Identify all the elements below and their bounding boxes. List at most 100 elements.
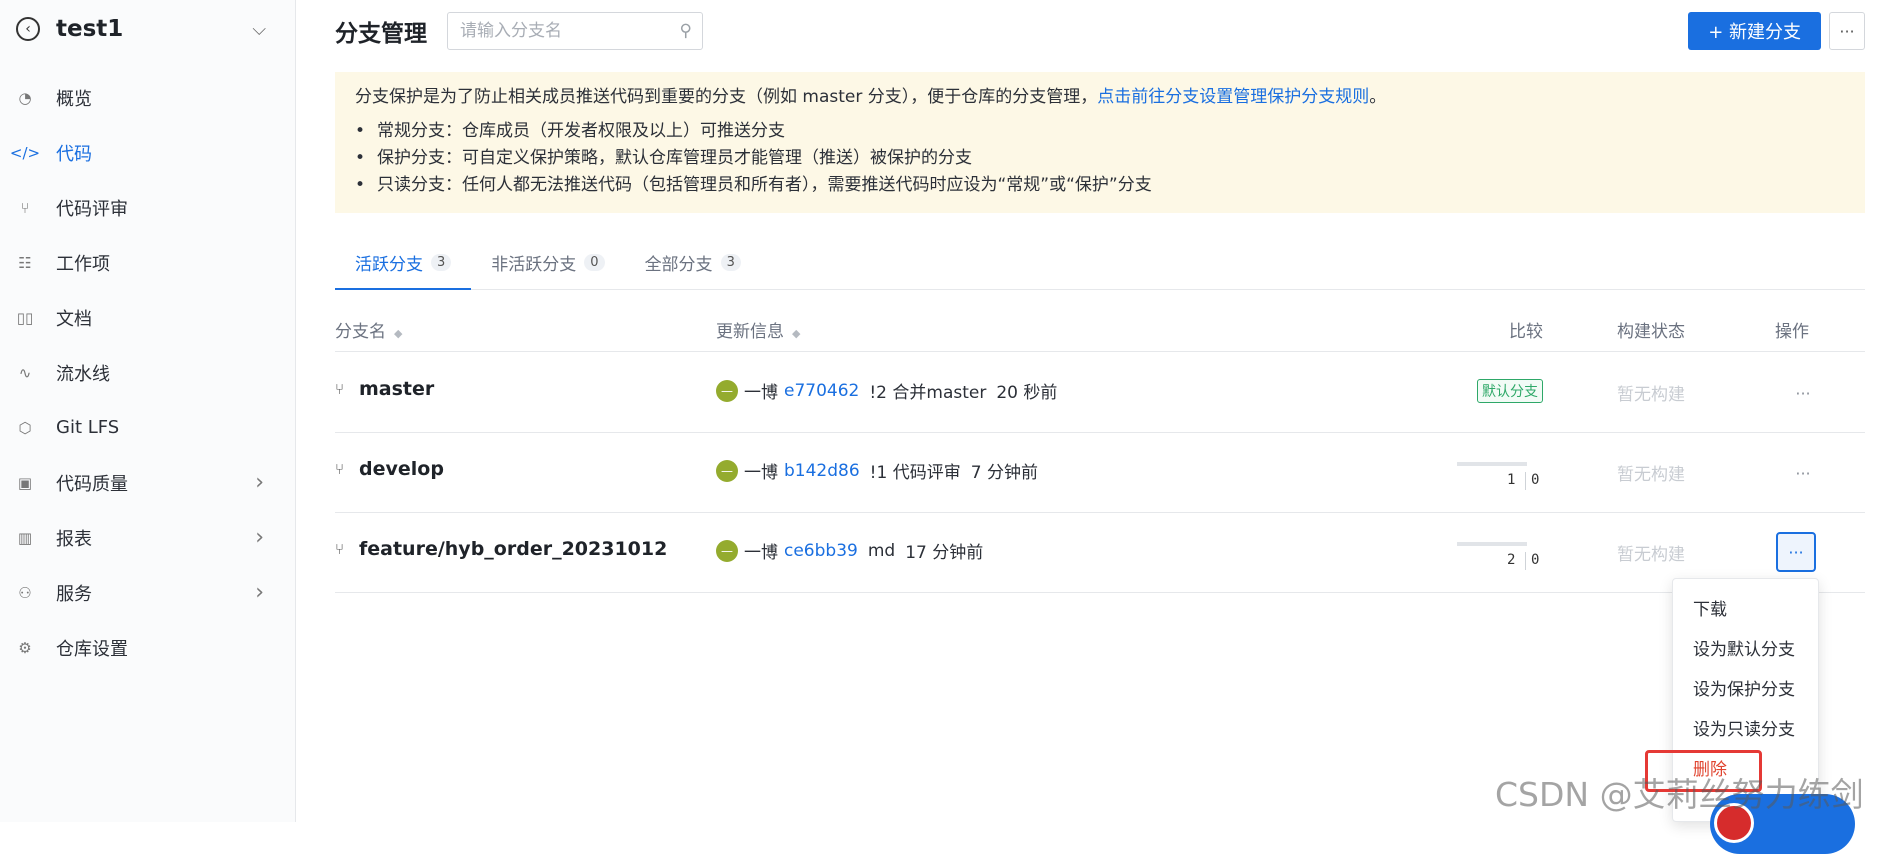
- more-horizontal-icon: ···: [1795, 383, 1811, 403]
- tab-label: 全部分支: [644, 255, 713, 275]
- row-more-button-active[interactable]: ···: [1776, 532, 1816, 572]
- search-icon[interactable]: ⚲: [680, 21, 692, 41]
- repo-header[interactable]: ‹ test1 ⌵: [16, 12, 266, 46]
- tab-count-badge: 0: [584, 254, 605, 271]
- branch-icon: ⑂: [335, 460, 345, 478]
- branch-search-box[interactable]: ⚲: [447, 12, 703, 50]
- sidebar-item-label: 流水线: [56, 363, 110, 385]
- sort-icon[interactable]: ◆: [394, 327, 402, 340]
- ahead-behind-divider: [1525, 472, 1526, 490]
- checklist-icon: ☷: [18, 253, 32, 272]
- row-more-button[interactable]: ···: [1783, 456, 1823, 490]
- new-branch-button[interactable]: + 新建分支: [1688, 12, 1821, 50]
- more-horizontal-icon: ···: [1788, 542, 1804, 562]
- sidebar-item-label: 代码评审: [56, 198, 128, 220]
- compare-cell[interactable]: 1 0: [1457, 452, 1557, 492]
- sidebar-item-label: 报表: [56, 528, 92, 550]
- compare-cell: 默认分支: [1457, 372, 1557, 412]
- sidebar-item-code-review[interactable]: ⑂ 代码评审: [0, 180, 296, 235]
- table-header: 分支名 ◆ 更新信息 ◆ 比较 构建状态 操作: [335, 305, 1865, 352]
- build-status: 暂无构建: [1617, 545, 1685, 565]
- commits-behind: 1: [1507, 472, 1516, 488]
- commit-hash-link[interactable]: ce6bb39: [784, 541, 858, 561]
- sidebar-nav: ◔ 概览 </> 代码 ⑂ 代码评审 ☷ 工作项 ▯▯ 文档 ∿ 流水线 ⬡ G…: [0, 70, 296, 675]
- sort-icon[interactable]: ◆: [792, 327, 800, 340]
- branch-name-link[interactable]: feature/hyb_order_20231012: [359, 538, 667, 560]
- back-arrow-icon[interactable]: ‹: [16, 17, 40, 41]
- sidebar-item-label: 代码质量: [56, 473, 128, 495]
- ahead-behind-divider: [1525, 552, 1526, 570]
- column-header-label: 分支名: [335, 322, 386, 342]
- commit-time: 20 秒前: [996, 383, 1058, 403]
- commit-author: 一博: [744, 463, 778, 483]
- sidebar-item-label: 代码: [56, 143, 92, 165]
- branch-name-link[interactable]: master: [359, 378, 434, 400]
- sidebar-item-reports[interactable]: ▥ 报表 ›: [0, 510, 296, 565]
- update-info-cell: — 一博 e770462 !2 合并master 20 秒前: [716, 378, 1057, 403]
- commit-author: 一博: [744, 543, 778, 563]
- update-info-cell: — 一博 b142d86 !1 代码评审 7 分钟前: [716, 458, 1038, 483]
- sidebar-item-overview[interactable]: ◔ 概览: [0, 70, 296, 125]
- branch-icon: ⑂: [335, 380, 345, 398]
- sidebar-item-git-lfs[interactable]: ⬡ Git LFS: [0, 400, 296, 455]
- tab-all-branches[interactable]: 全部分支 3: [625, 237, 761, 288]
- gauge-icon: ◔: [18, 88, 32, 107]
- menu-item-download[interactable]: 下载: [1673, 587, 1818, 627]
- branch-name-link[interactable]: develop: [359, 458, 444, 480]
- commit-hash-link[interactable]: e770462: [784, 381, 859, 401]
- csdn-watermark: CSDN @艾莉丝努力练剑: [1495, 775, 1864, 814]
- notice-intro-text: 分支保护是为了防止相关成员推送代码到重要的分支（例如 master 分支），便于…: [355, 87, 1098, 107]
- update-info-cell: — 一博 ce6bb39 md 17 分钟前: [716, 538, 983, 563]
- column-header-info[interactable]: 更新信息 ◆: [716, 317, 800, 342]
- row-more-button[interactable]: ···: [1783, 376, 1823, 410]
- gear-icon: ⚙: [18, 638, 32, 657]
- commits-ahead: 0: [1531, 552, 1540, 568]
- chevron-down-icon[interactable]: ⌵: [252, 19, 266, 40]
- cube-icon: ⬡: [18, 418, 32, 437]
- sidebar-item-docs[interactable]: ▯▯ 文档: [0, 290, 296, 345]
- merge-request-icon: ⑂: [20, 198, 30, 217]
- branch-search-input[interactable]: [458, 20, 680, 42]
- commit-message: md: [867, 540, 896, 561]
- tab-active-branches[interactable]: 活跃分支 3: [335, 237, 472, 290]
- menu-item-set-readonly[interactable]: 设为只读分支: [1673, 707, 1818, 747]
- avatar: —: [716, 539, 738, 562]
- commit-message: !2 合并master: [869, 383, 987, 403]
- default-branch-badge: 默认分支: [1477, 379, 1543, 403]
- menu-item-set-default[interactable]: 设为默认分支: [1673, 627, 1818, 667]
- sidebar-item-work-items[interactable]: ☷ 工作项: [0, 235, 296, 290]
- build-status: 暂无构建: [1617, 465, 1685, 485]
- chevron-right-icon: ›: [255, 525, 264, 550]
- branch-icon: ⑂: [335, 540, 345, 558]
- sidebar-item-repo-settings[interactable]: ⚙ 仓库设置: [0, 620, 296, 675]
- notice-period: 。: [1369, 87, 1387, 107]
- table-row: ⑂ master — 一博 e770462 !2 合并master 20 秒前 …: [335, 352, 1865, 433]
- tab-inactive-branches[interactable]: 非活跃分支 0: [471, 237, 624, 288]
- sidebar-item-pipeline[interactable]: ∿ 流水线: [0, 345, 296, 400]
- service-icon: ⚇: [18, 583, 32, 602]
- avatar: —: [716, 379, 738, 402]
- column-header-compare: 比较: [1509, 322, 1543, 342]
- column-header-name[interactable]: 分支名 ◆: [335, 317, 402, 342]
- commit-hash-link[interactable]: b142d86: [784, 461, 860, 481]
- protection-rules-link[interactable]: 点击前往分支设置管理保护分支规则: [1097, 87, 1369, 107]
- notice-bullet: 保护分支：可自定义保护策略，默认仓库管理员才能管理（推送）被保护的分支: [355, 145, 1845, 172]
- column-header-label: 更新信息: [716, 322, 784, 342]
- menu-item-set-protected[interactable]: 设为保护分支: [1673, 667, 1818, 707]
- sidebar-item-code-quality[interactable]: ▣ 代码质量 ›: [0, 455, 296, 510]
- page-title: 分支管理: [335, 21, 427, 47]
- sidebar-item-code[interactable]: </> 代码: [0, 125, 296, 180]
- notice-bullet: 常规分支：仓库成员（开发者权限及以上）可推送分支: [355, 118, 1845, 145]
- sidebar-item-label: 服务: [56, 583, 92, 605]
- header-more-button[interactable]: ···: [1829, 12, 1865, 50]
- build-status: 暂无构建: [1617, 385, 1685, 405]
- page-header: 分支管理 ⚲ + 新建分支 ···: [335, 10, 1865, 52]
- sidebar-item-services[interactable]: ⚇ 服务 ›: [0, 565, 296, 620]
- bar-chart-icon: ▥: [17, 528, 33, 547]
- tab-count-badge: 3: [431, 254, 452, 271]
- branch-tabs: 活跃分支 3 非活跃分支 0 全部分支 3: [335, 237, 1865, 290]
- tab-label: 非活跃分支: [491, 255, 577, 275]
- commit-time: 17 分钟前: [905, 543, 984, 563]
- branch-name-cell: ⑂ develop: [335, 458, 444, 480]
- compare-cell[interactable]: 2 0: [1457, 532, 1557, 572]
